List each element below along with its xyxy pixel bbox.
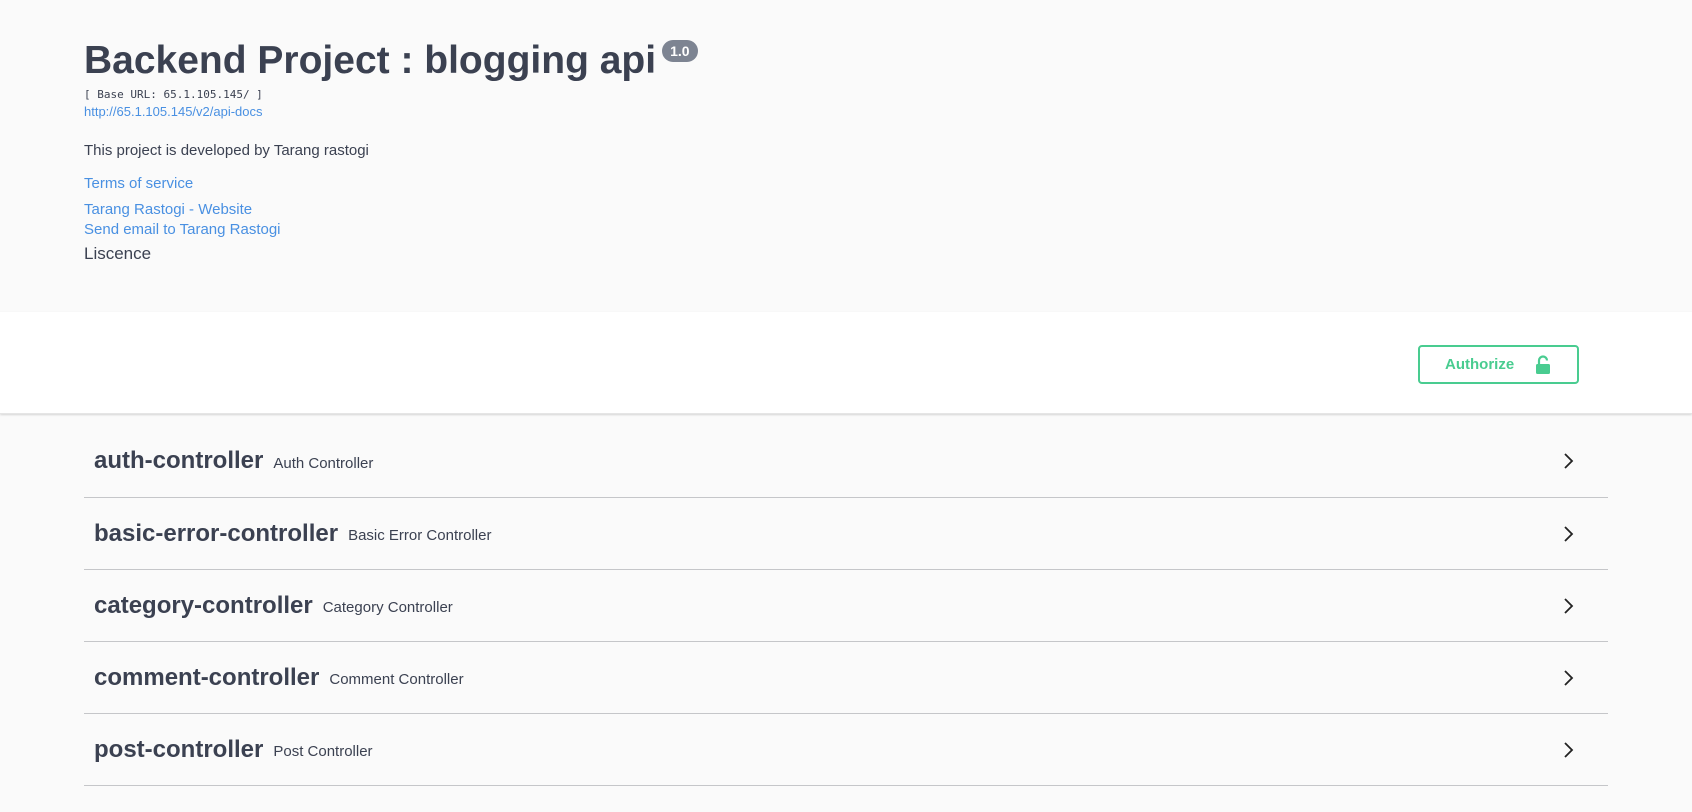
tag-description: Post Controller	[273, 743, 373, 760]
page-title: Backend Project : blogging api	[84, 39, 657, 82]
terms-of-service-link[interactable]: Terms of service	[84, 175, 193, 193]
tag-name: auth-controller	[94, 447, 264, 474]
tag-description: Basic Error Controller	[348, 527, 492, 544]
tag-description: Auth Controller	[273, 454, 374, 472]
tag-basic-error-controller[interactable]: basic-error-controller Basic Error Contr…	[84, 498, 1608, 570]
authorize-button[interactable]: Authorize	[1418, 345, 1579, 384]
lock-open-icon	[1534, 354, 1552, 375]
tag-auth-controller[interactable]: auth-controller Auth Controller	[84, 425, 1608, 498]
api-info: Backend Project : blogging api 1.0 [ Bas…	[0, 0, 1692, 312]
chevron-right-icon	[1558, 451, 1578, 471]
license-label: Liscence	[84, 244, 152, 263]
contact-block: Tarang Rastogi - Website Send email to T…	[84, 200, 1608, 240]
tag-category-controller[interactable]: category-controller Category Controller	[84, 570, 1608, 642]
tag-name: category-controller	[94, 591, 313, 619]
chevron-right-icon	[1558, 668, 1578, 688]
tag-name: comment-controller	[94, 663, 320, 691]
chevron-right-icon	[1558, 740, 1578, 760]
tag-description: Category Controller	[322, 599, 453, 616]
tag-comment-controller[interactable]: comment-controller Comment Controller	[84, 642, 1608, 714]
base-url: [ Base URL: 65.1.105.145/ ]	[84, 88, 263, 101]
tag-description: Comment Controller	[329, 671, 464, 688]
authorize-label: Authorize	[1445, 356, 1515, 373]
contact-email-link[interactable]: Send email to Tarang Rastogi	[84, 220, 1608, 240]
tag-post-controller[interactable]: post-controller Post Controller	[84, 714, 1608, 786]
chevron-right-icon	[1558, 596, 1578, 616]
tag-name: basic-error-controller	[94, 519, 339, 547]
api-docs-link[interactable]: http://65.1.105.145/v2/api-docs	[84, 104, 263, 120]
version-badge: 1.0	[662, 40, 698, 62]
tag-name: post-controller	[94, 735, 264, 763]
title-row: Backend Project : blogging api 1.0	[84, 38, 1608, 84]
chevron-right-icon	[1558, 524, 1578, 544]
tag-list: auth-controller Auth Controller basic-er…	[0, 425, 1692, 786]
scheme-container: Authorize	[0, 312, 1692, 414]
contact-website-link[interactable]: Tarang Rastogi - Website	[84, 200, 1608, 220]
api-description: This project is developed by Tarang rast…	[84, 142, 369, 159]
